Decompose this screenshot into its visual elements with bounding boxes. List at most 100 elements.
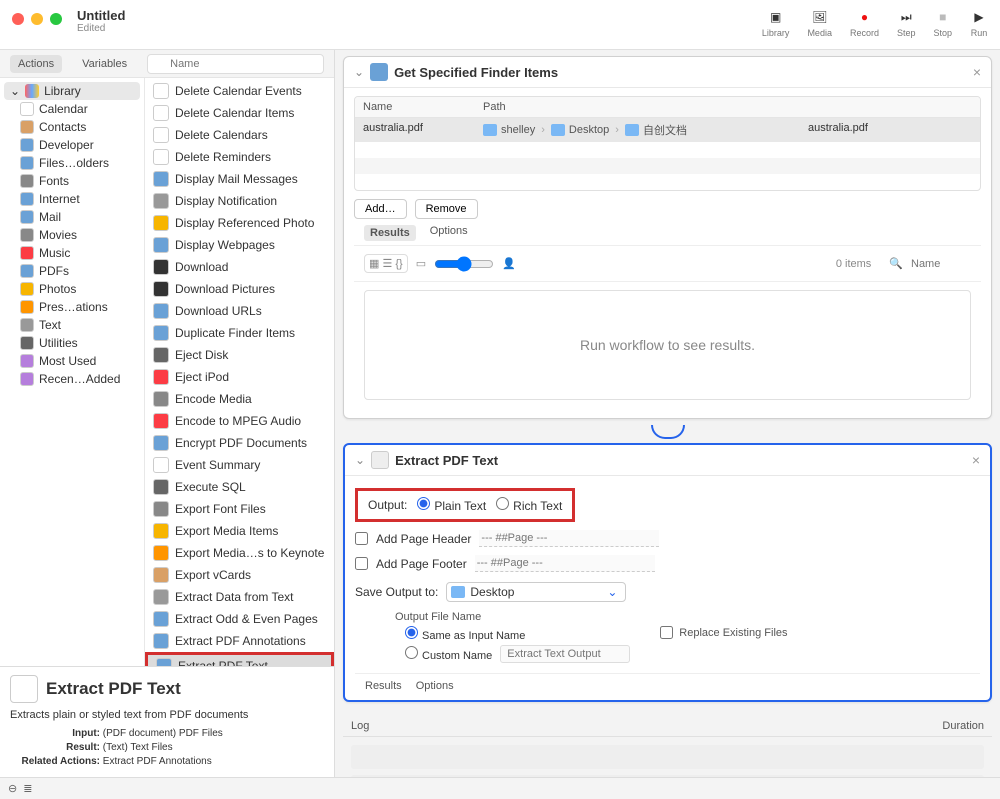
search-input[interactable]: [147, 54, 324, 74]
action-item[interactable]: Download URLs: [145, 300, 334, 322]
log-toggle-icon[interactable]: ⊖: [8, 782, 17, 795]
action-item[interactable]: Download Pictures: [145, 278, 334, 300]
sidebar-item-calendar[interactable]: Calendar: [0, 100, 144, 118]
footer-field[interactable]: [475, 555, 655, 572]
sidebar-item-developer[interactable]: Developer: [0, 136, 144, 154]
window-title: Untitled: [77, 8, 125, 23]
save-folder-dropdown[interactable]: Desktop ⌄: [446, 582, 626, 602]
action-item[interactable]: Export Media…s to Keynote: [145, 542, 334, 564]
disclosure-icon[interactable]: ⌄: [354, 65, 364, 79]
workflow-canvas[interactable]: ⌄ Get Specified Finder Items × NamePath …: [335, 50, 1000, 777]
sidebar-item-music[interactable]: Music: [0, 244, 144, 262]
action-item[interactable]: Eject Disk: [145, 344, 334, 366]
replace-files-checkbox[interactable]: [660, 626, 673, 639]
results-tab[interactable]: Results: [364, 225, 416, 241]
sidebar-item-fonts[interactable]: Fonts: [0, 172, 144, 190]
desc-title: Extract PDF Text: [46, 679, 181, 699]
action-item[interactable]: Encode to MPEG Audio: [145, 410, 334, 432]
sidebar-item-pdfs[interactable]: PDFs: [0, 262, 144, 280]
action-item[interactable]: Display Notification: [145, 190, 334, 212]
save-to-label: Save Output to:: [355, 585, 438, 599]
action-item[interactable]: Delete Reminders: [145, 146, 334, 168]
sidebar-item-text[interactable]: Text: [0, 316, 144, 334]
path-breadcrumb: shelley Desktop 自创文档: [475, 118, 800, 142]
custom-name-radio[interactable]: Custom Name: [405, 646, 492, 662]
action-item[interactable]: Download: [145, 256, 334, 278]
media-button[interactable]: 🖼Media: [807, 8, 832, 38]
action-extract-pdf-text: ⌄ Extract PDF Text × Output: Plain Text …: [343, 443, 992, 702]
header-field[interactable]: [479, 530, 659, 547]
close-action-icon[interactable]: ×: [973, 64, 981, 80]
sidebar-item-contacts[interactable]: Contacts: [0, 118, 144, 136]
output-highlight: Output: Plain Text Rich Text: [355, 488, 575, 522]
chevron-down-icon: ⌄: [10, 84, 20, 98]
minimize-icon[interactable]: [31, 13, 43, 25]
action-item[interactable]: Display Referenced Photo: [145, 212, 334, 234]
add-header-checkbox[interactable]: [355, 532, 368, 545]
tab-variables[interactable]: Variables: [74, 55, 135, 73]
action-item[interactable]: Event Summary: [145, 454, 334, 476]
pdf-icon: [371, 451, 389, 469]
options-tab[interactable]: Options: [416, 680, 454, 692]
sidebar-item-utilities[interactable]: Utilities: [0, 334, 144, 352]
close-icon[interactable]: [12, 13, 24, 25]
library-button[interactable]: ▣Library: [762, 8, 790, 38]
action-item[interactable]: Encode Media: [145, 388, 334, 410]
sidebar-item-movies[interactable]: Movies: [0, 226, 144, 244]
sidebar-item-mail[interactable]: Mail: [0, 208, 144, 226]
action-item[interactable]: Extract Data from Text: [145, 586, 334, 608]
zoom-slider[interactable]: [434, 256, 494, 272]
scale-icon[interactable]: ▭: [416, 257, 426, 270]
output-filename-label: Output File Name: [395, 608, 980, 626]
action-item[interactable]: Export Media Items: [145, 520, 334, 542]
action-item[interactable]: Eject iPod: [145, 366, 334, 388]
add-footer-checkbox[interactable]: [355, 557, 368, 570]
action-item[interactable]: Delete Calendar Items: [145, 102, 334, 124]
stop-button[interactable]: ■Stop: [933, 8, 952, 38]
sidebar-item-filesolders[interactable]: Files…olders: [0, 154, 144, 172]
action-item[interactable]: Extract Odd & Even Pages: [145, 608, 334, 630]
action-item[interactable]: Delete Calendars: [145, 124, 334, 146]
same-name-radio[interactable]: Same as Input Name: [405, 626, 630, 642]
custom-name-field[interactable]: [500, 645, 630, 663]
action-item[interactable]: Display Webpages: [145, 234, 334, 256]
log-row: [351, 775, 984, 777]
view-icons-toggle[interactable]: ▦ ☰ {}: [364, 254, 408, 273]
record-button[interactable]: ●Record: [850, 8, 879, 38]
sidebar-item-recenadded[interactable]: Recen…Added: [0, 370, 144, 388]
action-item[interactable]: Display Mail Messages: [145, 168, 334, 190]
item-count: 0 items: [836, 258, 871, 270]
action-item[interactable]: Duplicate Finder Items: [145, 322, 334, 344]
add-button[interactable]: Add…: [354, 199, 407, 219]
sidebar-item-mostused[interactable]: Most Used: [0, 352, 144, 370]
sidebar-item-photos[interactable]: Photos: [0, 280, 144, 298]
remove-button[interactable]: Remove: [415, 199, 478, 219]
action-title: Get Specified Finder Items: [394, 65, 558, 80]
rich-text-radio[interactable]: Rich Text: [496, 497, 562, 513]
zoom-icon[interactable]: [50, 13, 62, 25]
replace-files-label: Replace Existing Files: [679, 627, 787, 639]
results-tab[interactable]: Results: [365, 680, 402, 692]
tab-actions[interactable]: Actions: [10, 55, 62, 73]
action-item[interactable]: Export vCards: [145, 564, 334, 586]
sidebar-item-internet[interactable]: Internet: [0, 190, 144, 208]
action-item[interactable]: Extract PDF Annotations: [145, 630, 334, 652]
results-search[interactable]: [911, 258, 971, 270]
action-title: Extract PDF Text: [395, 453, 498, 468]
action-item[interactable]: Delete Calendar Events: [145, 80, 334, 102]
close-action-icon[interactable]: ×: [972, 452, 980, 468]
action-item[interactable]: Extract PDF Text: [145, 652, 334, 666]
sidebar-item-presations[interactable]: Pres…ations: [0, 298, 144, 316]
step-button[interactable]: ⏭Step: [897, 8, 916, 38]
action-item[interactable]: Encrypt PDF Documents: [145, 432, 334, 454]
flow-icon[interactable]: ≣: [23, 782, 32, 795]
disclosure-icon[interactable]: ⌄: [355, 453, 365, 467]
options-tab[interactable]: Options: [430, 225, 468, 241]
action-item[interactable]: Export Font Files: [145, 498, 334, 520]
sidebar-item-library[interactable]: ⌄ Library: [4, 82, 140, 100]
folder-icon: [451, 586, 465, 598]
action-item[interactable]: Execute SQL: [145, 476, 334, 498]
table-row[interactable]: australia.pdf shelley Desktop 自创文档 austr…: [355, 118, 980, 142]
run-button[interactable]: ▶Run: [970, 8, 988, 38]
plain-text-radio[interactable]: Plain Text: [417, 497, 486, 513]
